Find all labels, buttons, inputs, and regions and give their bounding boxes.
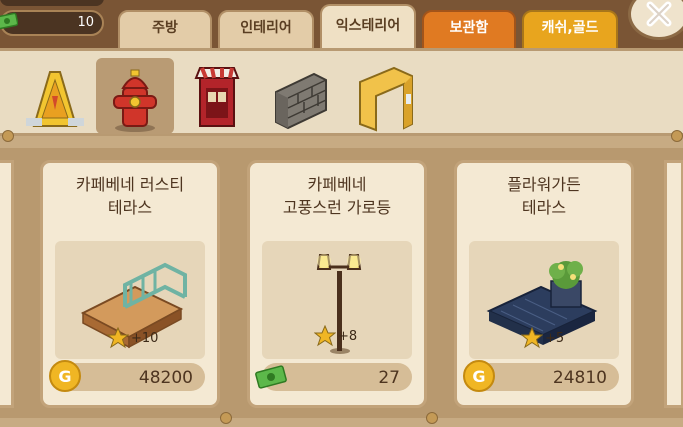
item-title-line: 고풍스런 가로등 xyxy=(282,198,392,217)
cash-value: 10 xyxy=(77,15,94,30)
tab-storage[interactable]: 보관함 xyxy=(422,10,516,50)
tab-interior[interactable]: 인테리어 xyxy=(218,10,314,50)
item-image: +5 xyxy=(469,241,619,359)
bonus-value: +8 xyxy=(338,329,358,344)
item-title: 플라워가든 테라스 xyxy=(457,173,631,219)
price-bar[interactable]: 27 xyxy=(255,363,412,391)
category-stone-wall[interactable] xyxy=(264,58,342,134)
coin-letter: G xyxy=(472,366,486,386)
bonus-value: +5 xyxy=(545,331,565,346)
item-title: 카페베네 러스티 테라스 xyxy=(43,173,217,219)
item-image: +8 xyxy=(262,241,412,359)
tab-label: 익스테리어 xyxy=(335,18,401,34)
item-price: 48200 xyxy=(138,368,193,388)
price-bar[interactable]: G 48200 xyxy=(49,360,205,392)
price-bar[interactable]: G 24810 xyxy=(463,360,619,392)
awning-shop-icon xyxy=(194,67,240,127)
bolt-icon xyxy=(426,412,438,424)
item-card[interactable]: 카페베네 러스티 테라스 +10 G 48200 xyxy=(40,160,220,408)
gold-coin-icon: G xyxy=(463,360,495,392)
item-title-line: 카페베네 러스티 xyxy=(75,175,185,194)
cash-bill-icon xyxy=(255,365,287,389)
tab-label: 주방 xyxy=(152,20,178,36)
category-door-frame[interactable] xyxy=(350,58,428,134)
item-price: 27 xyxy=(378,368,400,388)
bonus-value: +10 xyxy=(131,331,159,346)
flower-garden-terrace-image xyxy=(486,261,598,345)
item-image: +10 xyxy=(55,241,205,359)
item-card-partial[interactable] xyxy=(664,160,683,408)
star-icon xyxy=(107,327,129,349)
tab-label: 보관함 xyxy=(449,20,489,36)
tab-label: 캐쉬,골드 xyxy=(541,20,599,36)
category-warning-sign[interactable] xyxy=(16,58,94,134)
gold-counter-partial xyxy=(0,0,104,6)
cash-icon xyxy=(0,12,18,30)
stone-wall-icon xyxy=(275,72,327,130)
warning-sign-icon xyxy=(26,71,84,127)
category-fire-hydrant[interactable] xyxy=(96,58,174,134)
door-frame-icon xyxy=(359,66,413,132)
bolt-icon xyxy=(2,130,14,142)
bolt-icon xyxy=(220,412,232,424)
item-title-line: 카페베네 xyxy=(307,175,367,194)
star-icon xyxy=(314,325,336,347)
tab-exterior[interactable]: 익스테리어 xyxy=(320,4,416,50)
tab-kitchen[interactable]: 주방 xyxy=(118,10,212,50)
bolt-icon xyxy=(671,130,683,142)
tab-cash-gold[interactable]: 캐쉬,골드 xyxy=(522,10,618,50)
close-icon xyxy=(646,1,672,27)
gold-coin-icon: G xyxy=(49,360,81,392)
item-title-line: 테라스 xyxy=(521,198,567,217)
fire-hydrant-icon xyxy=(113,69,157,132)
item-card-partial[interactable] xyxy=(0,160,14,408)
street-lamp-image xyxy=(316,254,362,354)
item-title: 카페베네 고풍스런 가로등 xyxy=(250,173,424,219)
coin-letter: G xyxy=(58,366,72,386)
item-title-line: 테라스 xyxy=(107,198,153,217)
item-card[interactable]: 카페베네 고풍스런 가로등 +8 27 xyxy=(247,160,427,408)
item-card[interactable]: 플라워가든 테라스 +5 G 24810 xyxy=(454,160,634,408)
item-title-line: 플라워가든 xyxy=(507,175,581,194)
star-icon xyxy=(521,327,543,349)
tab-label: 인테리어 xyxy=(240,20,292,36)
category-awning-shop[interactable] xyxy=(178,58,256,134)
rustic-terrace-image xyxy=(80,262,187,349)
item-price: 24810 xyxy=(552,368,607,388)
